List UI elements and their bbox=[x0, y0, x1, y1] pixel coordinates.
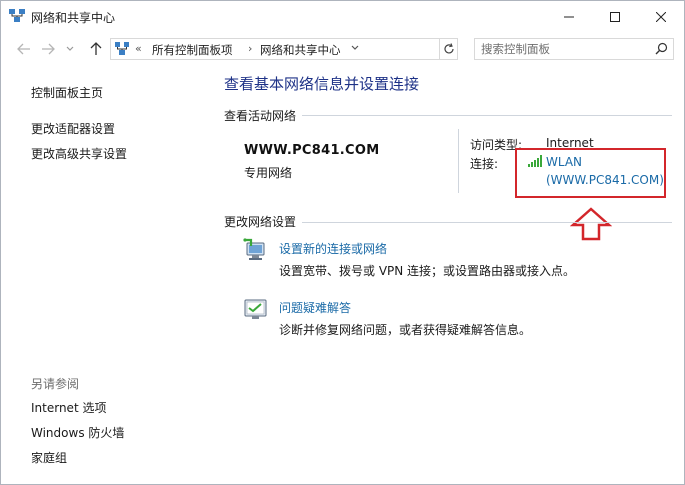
network-type[interactable]: 专用网络 bbox=[244, 164, 292, 181]
change-settings-heading: 更改网络设置 bbox=[224, 215, 297, 229]
control-panel-icon bbox=[115, 42, 129, 55]
sidebar-internet-options[interactable]: Internet 选项 bbox=[31, 399, 106, 416]
network-name: WWW.PC841.COM bbox=[244, 143, 380, 158]
address-bar[interactable]: « 所有控制面板项 › 网络和共享中心 bbox=[110, 38, 458, 60]
forward-button[interactable] bbox=[40, 41, 56, 57]
new-connection-icon bbox=[243, 238, 265, 260]
network-sharing-center-window: 网络和共享中心 « 所有控制面板项 › 网络和共享中心 搜索控制面板 控制面板主… bbox=[0, 0, 685, 485]
search-box[interactable] bbox=[474, 38, 674, 60]
maximize-icon bbox=[610, 11, 620, 22]
see-also-label: 另请参阅 bbox=[31, 377, 80, 391]
close-button[interactable] bbox=[638, 1, 684, 32]
address-dropdown[interactable] bbox=[351, 41, 359, 54]
troubleshoot-description: 诊断并修复网络问题，或者获得疑难解答信息。 bbox=[279, 323, 532, 337]
chevron-down-icon bbox=[66, 46, 74, 51]
active-networks-heading: 查看活动网络 bbox=[224, 109, 297, 123]
arrow-right-icon bbox=[42, 43, 55, 55]
setup-new-connection-description: 设置宽带、拨号或 VPN 连接；或设置路由器或接入点。 bbox=[279, 264, 576, 278]
troubleshoot-link[interactable]: 问题疑难解答 bbox=[279, 299, 351, 316]
back-button[interactable] bbox=[16, 41, 32, 57]
sidebar-control-panel-home[interactable]: 控制面板主页 bbox=[31, 84, 103, 101]
address-overflow[interactable]: « bbox=[135, 42, 142, 55]
minimize-icon bbox=[564, 16, 574, 17]
setup-new-connection-link[interactable]: 设置新的连接或网络 bbox=[279, 240, 387, 257]
sidebar-change-advanced-sharing[interactable]: 更改高级共享设置 bbox=[31, 145, 127, 162]
connection-label: 连接: bbox=[470, 157, 499, 171]
refresh-icon bbox=[444, 43, 454, 54]
section-divider bbox=[302, 115, 672, 116]
minimize-button[interactable] bbox=[546, 1, 592, 32]
breadcrumb-current[interactable]: 网络和共享中心 bbox=[260, 42, 341, 58]
recent-locations-button[interactable] bbox=[62, 41, 78, 57]
section-divider bbox=[302, 222, 672, 223]
network-app-icon bbox=[9, 9, 25, 22]
annotation-arrow-up-icon bbox=[570, 207, 612, 241]
arrow-left-icon bbox=[17, 43, 30, 55]
title-bar[interactable]: 网络和共享中心 bbox=[1, 1, 684, 32]
sidebar-change-adapter-settings[interactable]: 更改适配器设置 bbox=[31, 120, 115, 137]
window-title: 网络和共享中心 bbox=[31, 11, 116, 25]
maximize-button[interactable] bbox=[592, 1, 638, 32]
refresh-button[interactable] bbox=[439, 39, 458, 59]
breadcrumb-separator-icon[interactable]: › bbox=[248, 42, 252, 55]
search-icon bbox=[655, 42, 668, 55]
sidebar-windows-firewall[interactable]: Windows 防火墙 bbox=[31, 424, 124, 441]
close-icon bbox=[656, 11, 666, 22]
search-input[interactable] bbox=[475, 39, 656, 59]
breadcrumb-all-items[interactable]: 所有控制面板项 bbox=[152, 42, 233, 58]
chevron-down-icon bbox=[351, 45, 359, 50]
arrow-up-icon bbox=[90, 42, 102, 55]
troubleshoot-icon bbox=[244, 299, 267, 319]
sidebar-homegroup[interactable]: 家庭组 bbox=[31, 449, 67, 466]
up-button[interactable] bbox=[88, 41, 104, 57]
network-divider bbox=[458, 129, 459, 193]
highlight-annotation-box bbox=[515, 148, 666, 198]
page-title: 查看基本网络信息并设置连接 bbox=[224, 75, 420, 93]
